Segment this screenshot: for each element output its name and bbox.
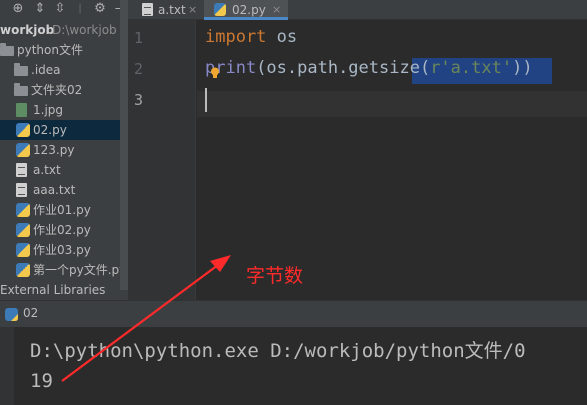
tree-root-workjob[interactable]: workjob D:\workjob bbox=[0, 20, 128, 40]
root-label: workjob bbox=[0, 23, 55, 37]
tab-02-py[interactable]: 02.py × bbox=[204, 0, 288, 20]
tree-item-label: 作业01.py bbox=[33, 203, 91, 217]
separator: | bbox=[78, 3, 82, 14]
tree-item[interactable]: 文件夹02 bbox=[0, 80, 128, 100]
code-editor[interactable]: import os print(os.path.getsize(r'a.txt'… bbox=[197, 20, 587, 300]
code-text: )) bbox=[512, 58, 533, 78]
text-caret bbox=[205, 88, 207, 112]
console-line-output: 19 bbox=[30, 370, 53, 392]
tree-item-label: aaa.txt bbox=[33, 183, 76, 197]
project-toolbar: ⊕ ⇕ ⇳ | ⚙ – bbox=[0, 0, 128, 20]
console-line-command: D:\python\python.exe D:/workjob/python文件… bbox=[30, 340, 526, 362]
tree-item[interactable]: 第一个py文件.py bbox=[0, 260, 128, 280]
current-line-highlight bbox=[197, 91, 587, 117]
editor-tab-bar: a.txt × 02.py × bbox=[128, 0, 587, 20]
line-number: 3 bbox=[134, 91, 144, 109]
text-file-icon bbox=[142, 3, 153, 16]
tree-item[interactable]: .idea bbox=[0, 60, 128, 80]
string-literal: r'a.txt' bbox=[430, 58, 513, 78]
line-number: 2 bbox=[134, 60, 144, 78]
lightbulb-icon[interactable] bbox=[210, 67, 220, 79]
folder-icon bbox=[0, 43, 14, 56]
tree-item-label: 1.jpg bbox=[33, 103, 64, 117]
tree-item-label: python文件 bbox=[17, 43, 83, 57]
tree-item-label: 文件夹02 bbox=[31, 83, 83, 97]
tree-item[interactable]: a.txt bbox=[0, 160, 128, 180]
folder-icon bbox=[14, 83, 28, 96]
tree-item-label: 123.py bbox=[33, 143, 75, 157]
run-toolbar-strip bbox=[0, 327, 14, 405]
run-tab-02[interactable]: 02 bbox=[0, 302, 44, 327]
root-path: D:\workjob bbox=[52, 23, 117, 37]
tree-item[interactable]: aaa.txt bbox=[0, 180, 128, 200]
code-line-1: import os bbox=[205, 27, 297, 47]
python-file-icon bbox=[16, 203, 30, 217]
project-scrollbar[interactable] bbox=[120, 0, 128, 290]
collapse-all-icon[interactable]: ⇳ bbox=[52, 1, 68, 17]
tree-item-label: 作业02.py bbox=[33, 223, 91, 237]
tab-label: 02.py bbox=[232, 3, 266, 17]
python-file-icon bbox=[16, 223, 30, 237]
gear-icon[interactable]: ⚙ bbox=[92, 1, 108, 17]
tree-item[interactable]: 作业03.py bbox=[0, 240, 128, 260]
text-file-icon bbox=[16, 163, 27, 177]
close-icon[interactable]: × bbox=[188, 0, 197, 20]
tree-item[interactable]: 123.py bbox=[0, 140, 128, 160]
python-file-icon bbox=[16, 123, 30, 137]
python-icon bbox=[5, 308, 18, 321]
tree-item[interactable]: 1.jpg bbox=[0, 100, 128, 120]
tree-item-label: 02.py bbox=[33, 123, 67, 137]
annotation-label: 字节数 bbox=[246, 265, 304, 287]
line-number: 1 bbox=[134, 29, 144, 47]
tree-external-libraries[interactable]: External Libraries bbox=[0, 280, 128, 300]
tree-item-label: .idea bbox=[31, 63, 61, 77]
tab-label: a.txt bbox=[158, 3, 186, 17]
run-tab-label: 02 bbox=[23, 306, 39, 320]
tree-item-label: 第一个py文件.py bbox=[33, 263, 127, 277]
keyword-import: import bbox=[205, 27, 267, 47]
expand-all-icon[interactable]: ⇕ bbox=[32, 1, 48, 17]
project-panel: ⊕ ⇕ ⇳ | ⚙ – workjob D:\workjob python文件.… bbox=[0, 0, 128, 300]
tree-item[interactable]: 作业02.py bbox=[0, 220, 128, 240]
code-text: (os.path.getsize( bbox=[256, 58, 431, 78]
python-file-icon bbox=[16, 143, 30, 157]
tree-item-label: a.txt bbox=[33, 163, 61, 177]
python-file-icon bbox=[16, 263, 30, 277]
tree-item[interactable]: python文件 bbox=[0, 40, 128, 60]
tab-a-txt[interactable]: a.txt × bbox=[128, 0, 202, 20]
python-file-icon bbox=[214, 3, 226, 16]
python-file-icon bbox=[16, 243, 30, 257]
text-file-icon bbox=[16, 183, 27, 197]
close-icon[interactable]: × bbox=[272, 0, 281, 20]
locate-icon[interactable]: ⊕ bbox=[10, 1, 26, 17]
tree-item[interactable]: 02.py bbox=[0, 120, 128, 140]
code-text: os bbox=[266, 27, 298, 47]
tree-item-label: 作业03.py bbox=[33, 243, 91, 257]
folder-icon bbox=[14, 63, 28, 76]
external-libraries-label: External Libraries bbox=[0, 283, 106, 297]
code-line-2: print(os.path.getsize(r'a.txt')) bbox=[205, 58, 533, 78]
image-file-icon bbox=[16, 103, 27, 117]
line-number-gutter: 1 2 3 bbox=[128, 20, 196, 300]
tree-item[interactable]: 作业01.py bbox=[0, 200, 128, 220]
run-panel-header bbox=[0, 300, 587, 327]
